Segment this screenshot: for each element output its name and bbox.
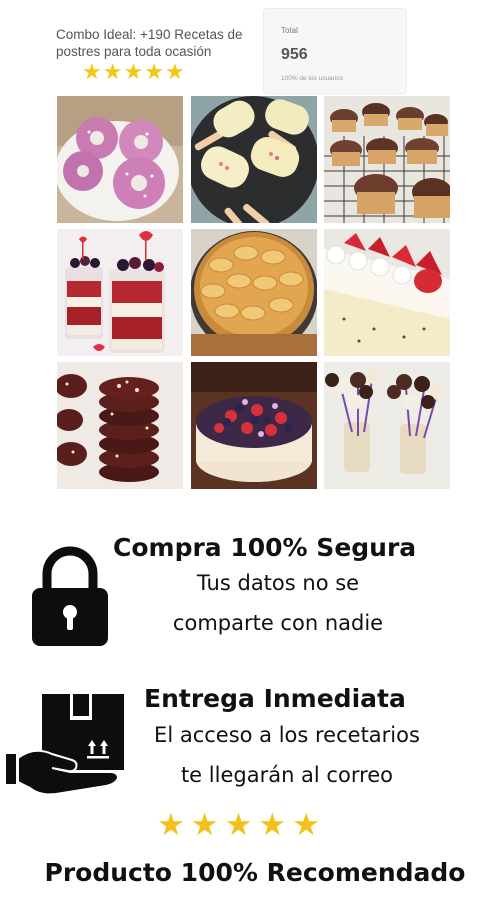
star-icon: ★ — [258, 807, 287, 843]
header-section: Combo Ideal: +190 Recetas de postres par… — [0, 0, 500, 95]
berry-cheesecake-image — [191, 362, 317, 489]
recommended-title: Producto 100% Recomendado — [44, 858, 466, 887]
star-icon: ★ — [164, 60, 185, 85]
star-icon: ★ — [190, 807, 219, 843]
total-caption: 100% de los usuarios — [281, 75, 344, 82]
header-star-rating: ★ ★ ★ ★ ★ — [82, 62, 185, 84]
combo-description: Combo Ideal: +190 Recetas de postres par… — [56, 26, 261, 60]
delivery-title: Entrega Inmediata — [144, 684, 406, 713]
secure-title: Compra 100% Segura — [113, 533, 417, 562]
dessert-gallery — [57, 96, 451, 489]
star-icon: ★ — [102, 60, 123, 85]
combo-line-2: postres para toda ocasión — [56, 44, 212, 59]
star-icon: ★ — [224, 807, 253, 843]
combo-line-1: Combo Ideal: +190 Recetas de — [56, 27, 243, 42]
red-velvet-cups-image — [57, 229, 183, 356]
chocolate-cookies-image — [57, 362, 183, 489]
cake-pops-image — [324, 362, 450, 489]
donuts-image — [57, 96, 183, 223]
lock-icon — [32, 546, 108, 646]
star-icon: ★ — [123, 60, 144, 85]
star-icon: ★ — [292, 807, 320, 843]
secure-line-2: comparte con nadie — [172, 611, 384, 635]
total-value: 956 — [281, 46, 308, 63]
star-icon: ★ — [82, 60, 102, 85]
cupcakes-image — [324, 96, 450, 223]
box-hand-icon — [6, 694, 124, 794]
strawberry-cake-image — [324, 229, 450, 356]
product-star-rating: ★ ★ ★ ★ ★ — [157, 810, 320, 841]
delivery-line-2: te llegarán al correo — [180, 763, 394, 787]
delivery-line-1: El acceso a los recetarios — [154, 723, 420, 747]
ice-pops-image — [191, 96, 317, 223]
total-card: Total 956 100% de los usuarios — [263, 8, 407, 94]
secure-line-1: Tus datos no se — [196, 571, 360, 595]
total-label: Total — [281, 26, 298, 35]
star-icon: ★ — [157, 807, 185, 843]
apple-tart-image — [191, 229, 317, 356]
star-icon: ★ — [144, 60, 164, 85]
